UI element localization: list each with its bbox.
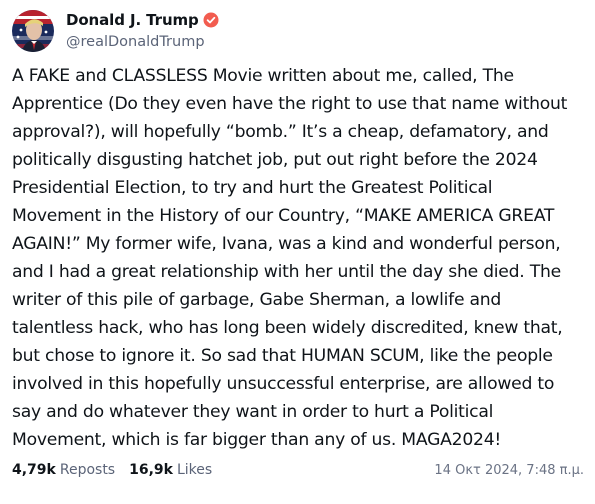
post-header: Donald J. Trump @realDonaldTrump [12,7,219,55]
likes-stat[interactable]: 16,9k Likes [129,462,212,478]
post-footer: 4,79k Reposts 16,9k Likes 14 Οκτ 2024, 7… [12,458,584,482]
likes-label: Likes [176,462,213,478]
reposts-label: Reposts [59,462,116,478]
name-row: Donald J. Trump [66,10,219,30]
author-display-name[interactable]: Donald J. Trump [66,11,199,29]
post-card: Donald J. Trump @realDonaldTrump A FAKE … [0,0,595,504]
reposts-stat[interactable]: 4,79k Reposts [12,462,115,478]
reposts-count: 4,79k [12,462,56,478]
post-timestamp[interactable]: 14 Οκτ 2024, 7:48 π.μ. [434,463,584,478]
author-block: Donald J. Trump @realDonaldTrump [66,10,219,52]
verified-badge-icon [203,12,219,28]
likes-count: 16,9k [129,462,173,478]
profile-avatar-icon[interactable] [12,10,54,52]
post-body-text: A FAKE and CLASSLESS Movie written about… [12,66,568,450]
author-handle[interactable]: @realDonaldTrump [66,32,219,52]
